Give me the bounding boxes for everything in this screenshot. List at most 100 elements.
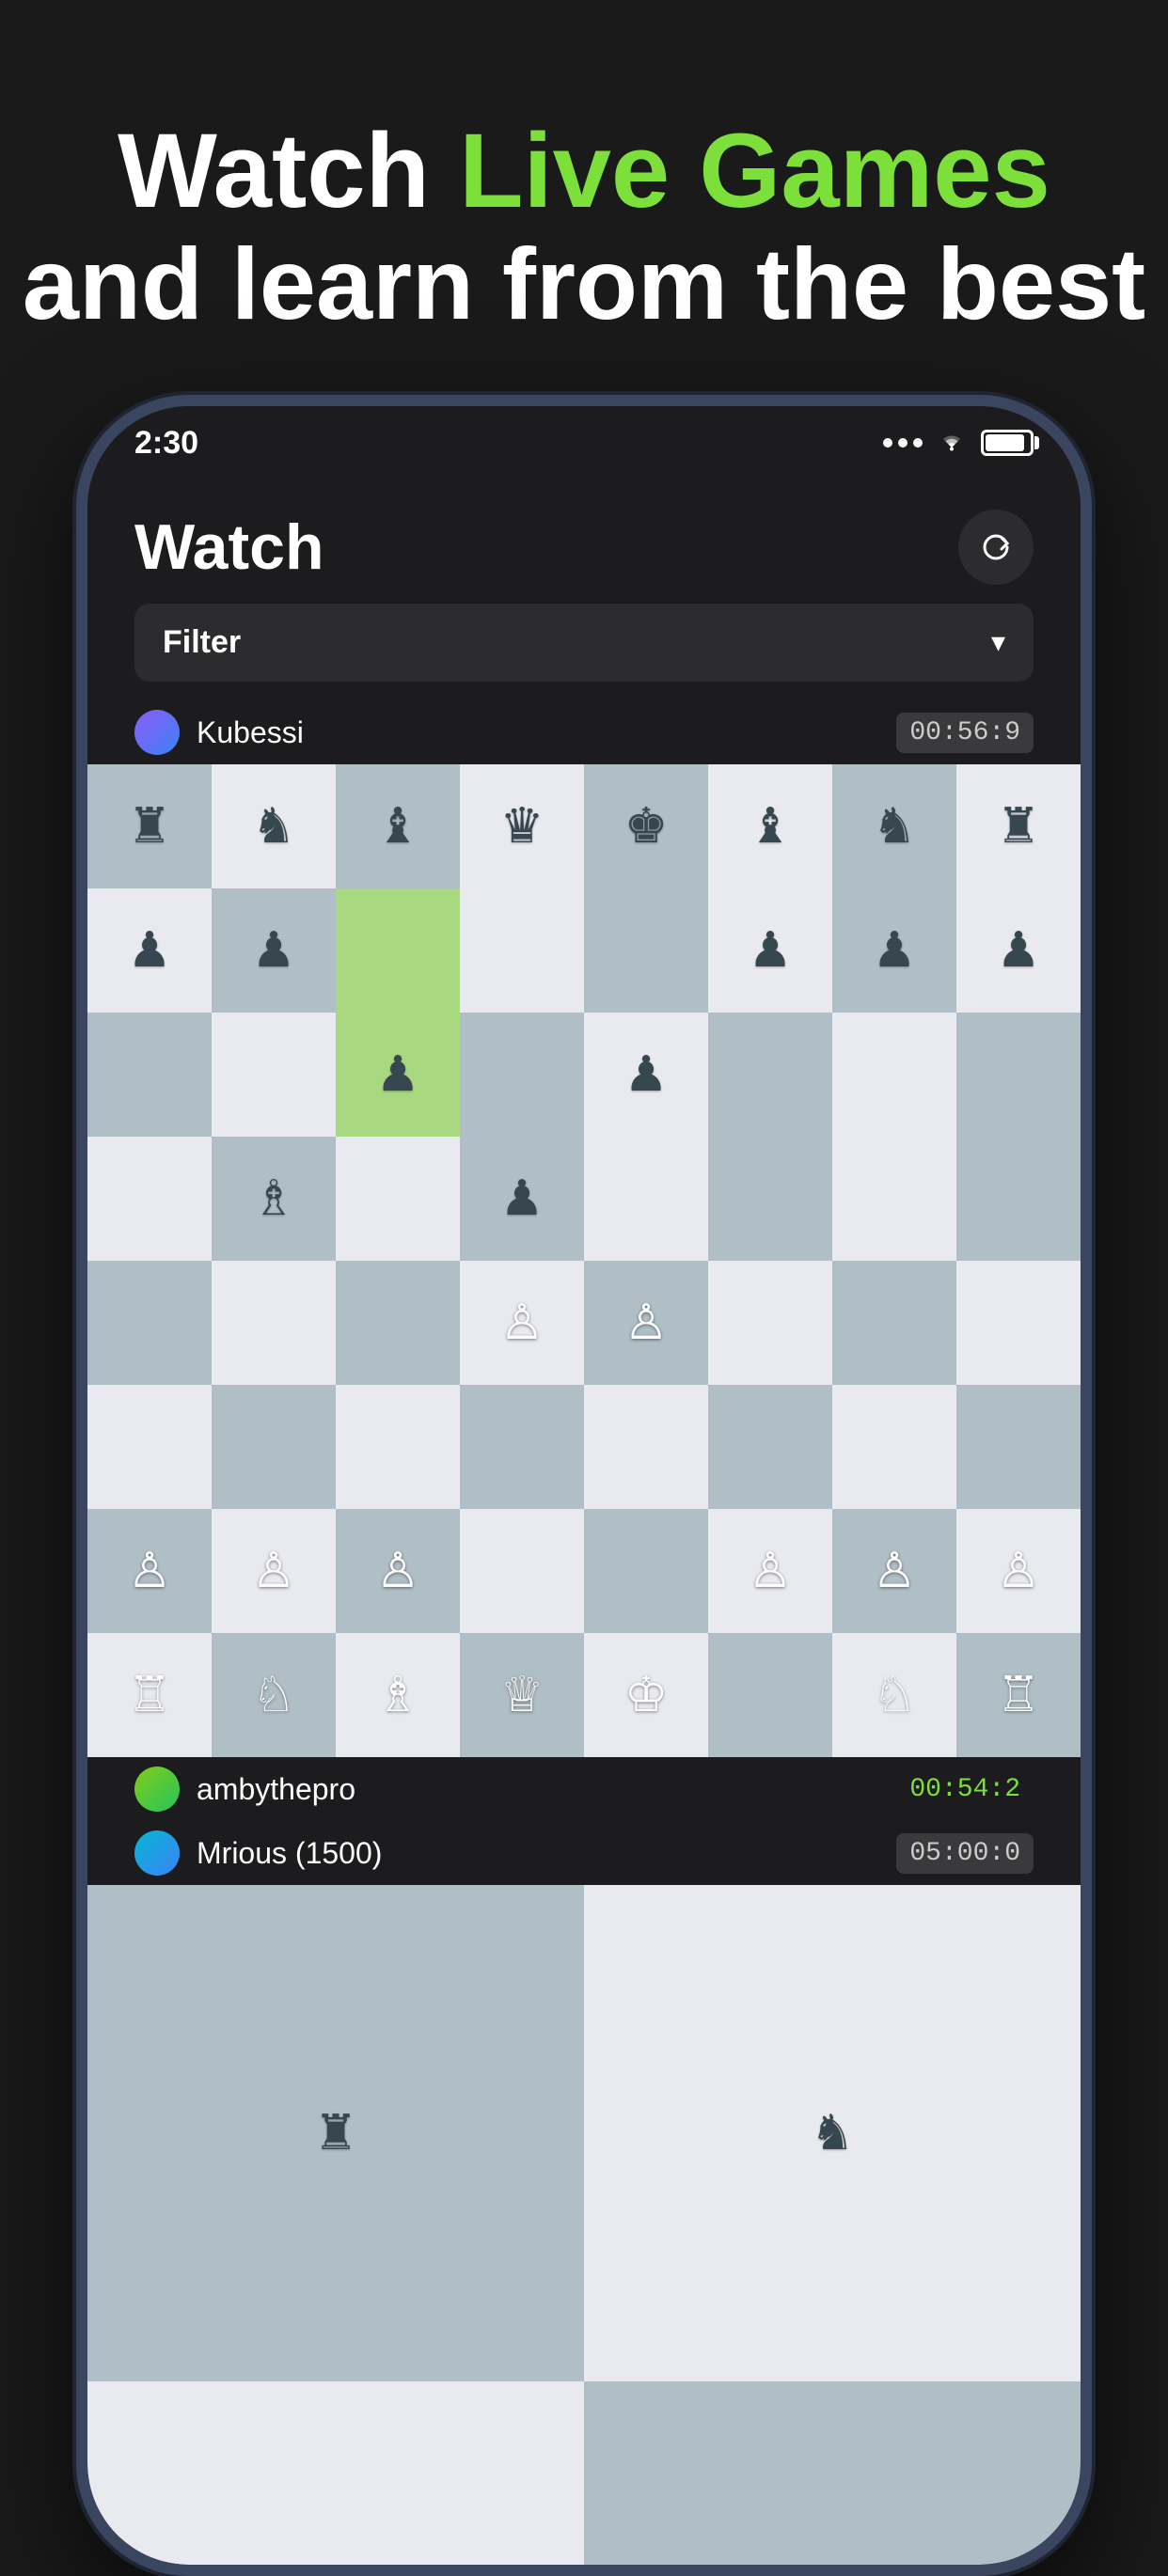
phone-screen: 2:30 [87, 406, 1081, 2565]
hero-white-text: Watch [118, 112, 459, 229]
chess-piece: ♜ [314, 2109, 358, 2158]
player-info-2: ambythepro [134, 1767, 355, 1812]
chess-piece: ♙ [624, 1298, 669, 1347]
chess-piece: ♔ [624, 1671, 669, 1720]
signal-dot-1 [883, 438, 892, 448]
signal-dots [883, 438, 923, 448]
status-icons [883, 427, 1034, 460]
hero-section: Watch Live Games and learn from the best [0, 113, 1168, 340]
filter-label: Filter [163, 624, 241, 661]
board1-cell [832, 1385, 956, 1509]
power-button [1081, 594, 1092, 707]
board1-cell [212, 1385, 336, 1509]
chess-piece: ♖ [997, 1671, 1041, 1720]
player-name-mrious: Mrious (1500) [197, 1836, 382, 1871]
chess-piece: ♘ [873, 1671, 917, 1720]
wifi-icon [936, 427, 968, 460]
game-entry-2[interactable]: ambythepro 00:54:2 [87, 1757, 1081, 1821]
chevron-down-icon: ▾ [991, 626, 1005, 659]
board1-cell [460, 888, 584, 1013]
avatar-mrious [134, 1830, 180, 1876]
chess-piece: ♟ [749, 926, 793, 975]
board1-cell [708, 1633, 832, 1757]
chess-piece: ♝ [749, 802, 793, 851]
board1-cell: ♙ [460, 1261, 584, 1385]
game-timer-kubessi: 00:56:9 [896, 713, 1034, 753]
board1-cell [460, 1013, 584, 1137]
game-entry-3[interactable]: Mrious (1500) 05:00:0 [87, 1821, 1081, 1885]
chess-piece: ♞ [811, 2109, 855, 2158]
board1-cell: ♖ [956, 1633, 1081, 1757]
board1-cell: ♟ [708, 888, 832, 1013]
chess-piece: ♜ [997, 802, 1041, 851]
chess-piece: ♟ [873, 926, 917, 975]
board1-cell: ♗ [336, 1633, 460, 1757]
board1-cell [460, 1509, 584, 1633]
board2-cell: ♞ [584, 1885, 1081, 2381]
board1-cell [956, 1013, 1081, 1137]
chess-piece: ♟ [997, 926, 1041, 975]
board1-cell: ♟ [832, 888, 956, 1013]
board1-cell: ♟ [956, 888, 1081, 1013]
board1-cell: ♞ [832, 764, 956, 888]
chess-piece: ♟ [624, 1050, 669, 1099]
board1-cell [956, 1261, 1081, 1385]
hero-line2: and learn from the best [0, 228, 1168, 340]
player-info-1: Kubessi [134, 710, 304, 755]
board1-cell [460, 1385, 584, 1509]
signal-dot-3 [913, 438, 923, 448]
board1-cell: ♕ [460, 1633, 584, 1757]
chess-piece: ♛ [500, 802, 545, 851]
board1-cell [212, 1261, 336, 1385]
board1-cell [832, 1137, 956, 1261]
signal-dot-2 [898, 438, 908, 448]
chess-piece: ♟ [252, 926, 296, 975]
filter-bar[interactable]: Filter ▾ [134, 604, 1034, 682]
nav-header: Watch [87, 472, 1081, 604]
board1-cell: ♔ [584, 1633, 708, 1757]
board1-cell [87, 1261, 212, 1385]
board1-cell [956, 1385, 1081, 1509]
board1-cell [708, 1013, 832, 1137]
player-name-amby: ambythepro [197, 1772, 355, 1807]
chess-piece: ♝ [376, 802, 420, 851]
board1-cell [87, 1013, 212, 1137]
chess-piece: ♞ [873, 802, 917, 851]
chess-piece: ♚ [624, 802, 669, 851]
board1-cell: ♘ [832, 1633, 956, 1757]
hero-line1: Watch Live Games [0, 113, 1168, 228]
chess-piece: ♘ [252, 1671, 296, 1720]
board1-cell [87, 1385, 212, 1509]
board1-cell: ♘ [212, 1633, 336, 1757]
board1-cell [336, 1385, 460, 1509]
board1-cell [584, 1385, 708, 1509]
chess-piece: ♙ [252, 1547, 296, 1595]
phone-frame: 2:30 [76, 395, 1092, 2576]
board1-cell [708, 1137, 832, 1261]
power-button-2 [1081, 745, 1092, 857]
player-name-kubessi: Kubessi [197, 715, 304, 750]
board1-cell: ♟ [87, 888, 212, 1013]
volume-button [76, 651, 87, 726]
chess-piece: ♙ [873, 1547, 917, 1595]
game-entry-1[interactable]: Kubessi 00:56:9 [87, 700, 1081, 764]
board1-cell: ♙ [212, 1509, 336, 1633]
chess-board-1: ♜♞♝♛♚♝♞♜♟♟♟♟♟♟♟♗♟♙♙♙♙♙♙♙♙♖♘♗♕♔♘♖ [87, 764, 1081, 1757]
board1-cell [584, 1509, 708, 1633]
board1-cell: ♜ [87, 764, 212, 888]
chess-board-2: ♜♞♝♛♚♝♞♜♟♟♟♟♟♟♟♟ [87, 1885, 1081, 2565]
board1-cell [336, 1261, 460, 1385]
board1-cell [956, 1137, 1081, 1261]
chess-piece: ♕ [500, 1671, 545, 1720]
board1-cell [832, 1013, 956, 1137]
board2-cell: ♟ [87, 2381, 584, 2565]
chess-piece: ♙ [128, 1547, 172, 1595]
chess-piece: ♟ [500, 1174, 545, 1223]
chess-piece: ♜ [128, 802, 172, 851]
refresh-button[interactable] [958, 510, 1034, 585]
chess-piece: ♟ [128, 926, 172, 975]
app-content: Watch Filter ▾ Kubessi 00:5 [87, 472, 1081, 2565]
chess-piece: ♖ [128, 1671, 172, 1720]
board1-cell: ♖ [87, 1633, 212, 1757]
notch [452, 406, 716, 463]
